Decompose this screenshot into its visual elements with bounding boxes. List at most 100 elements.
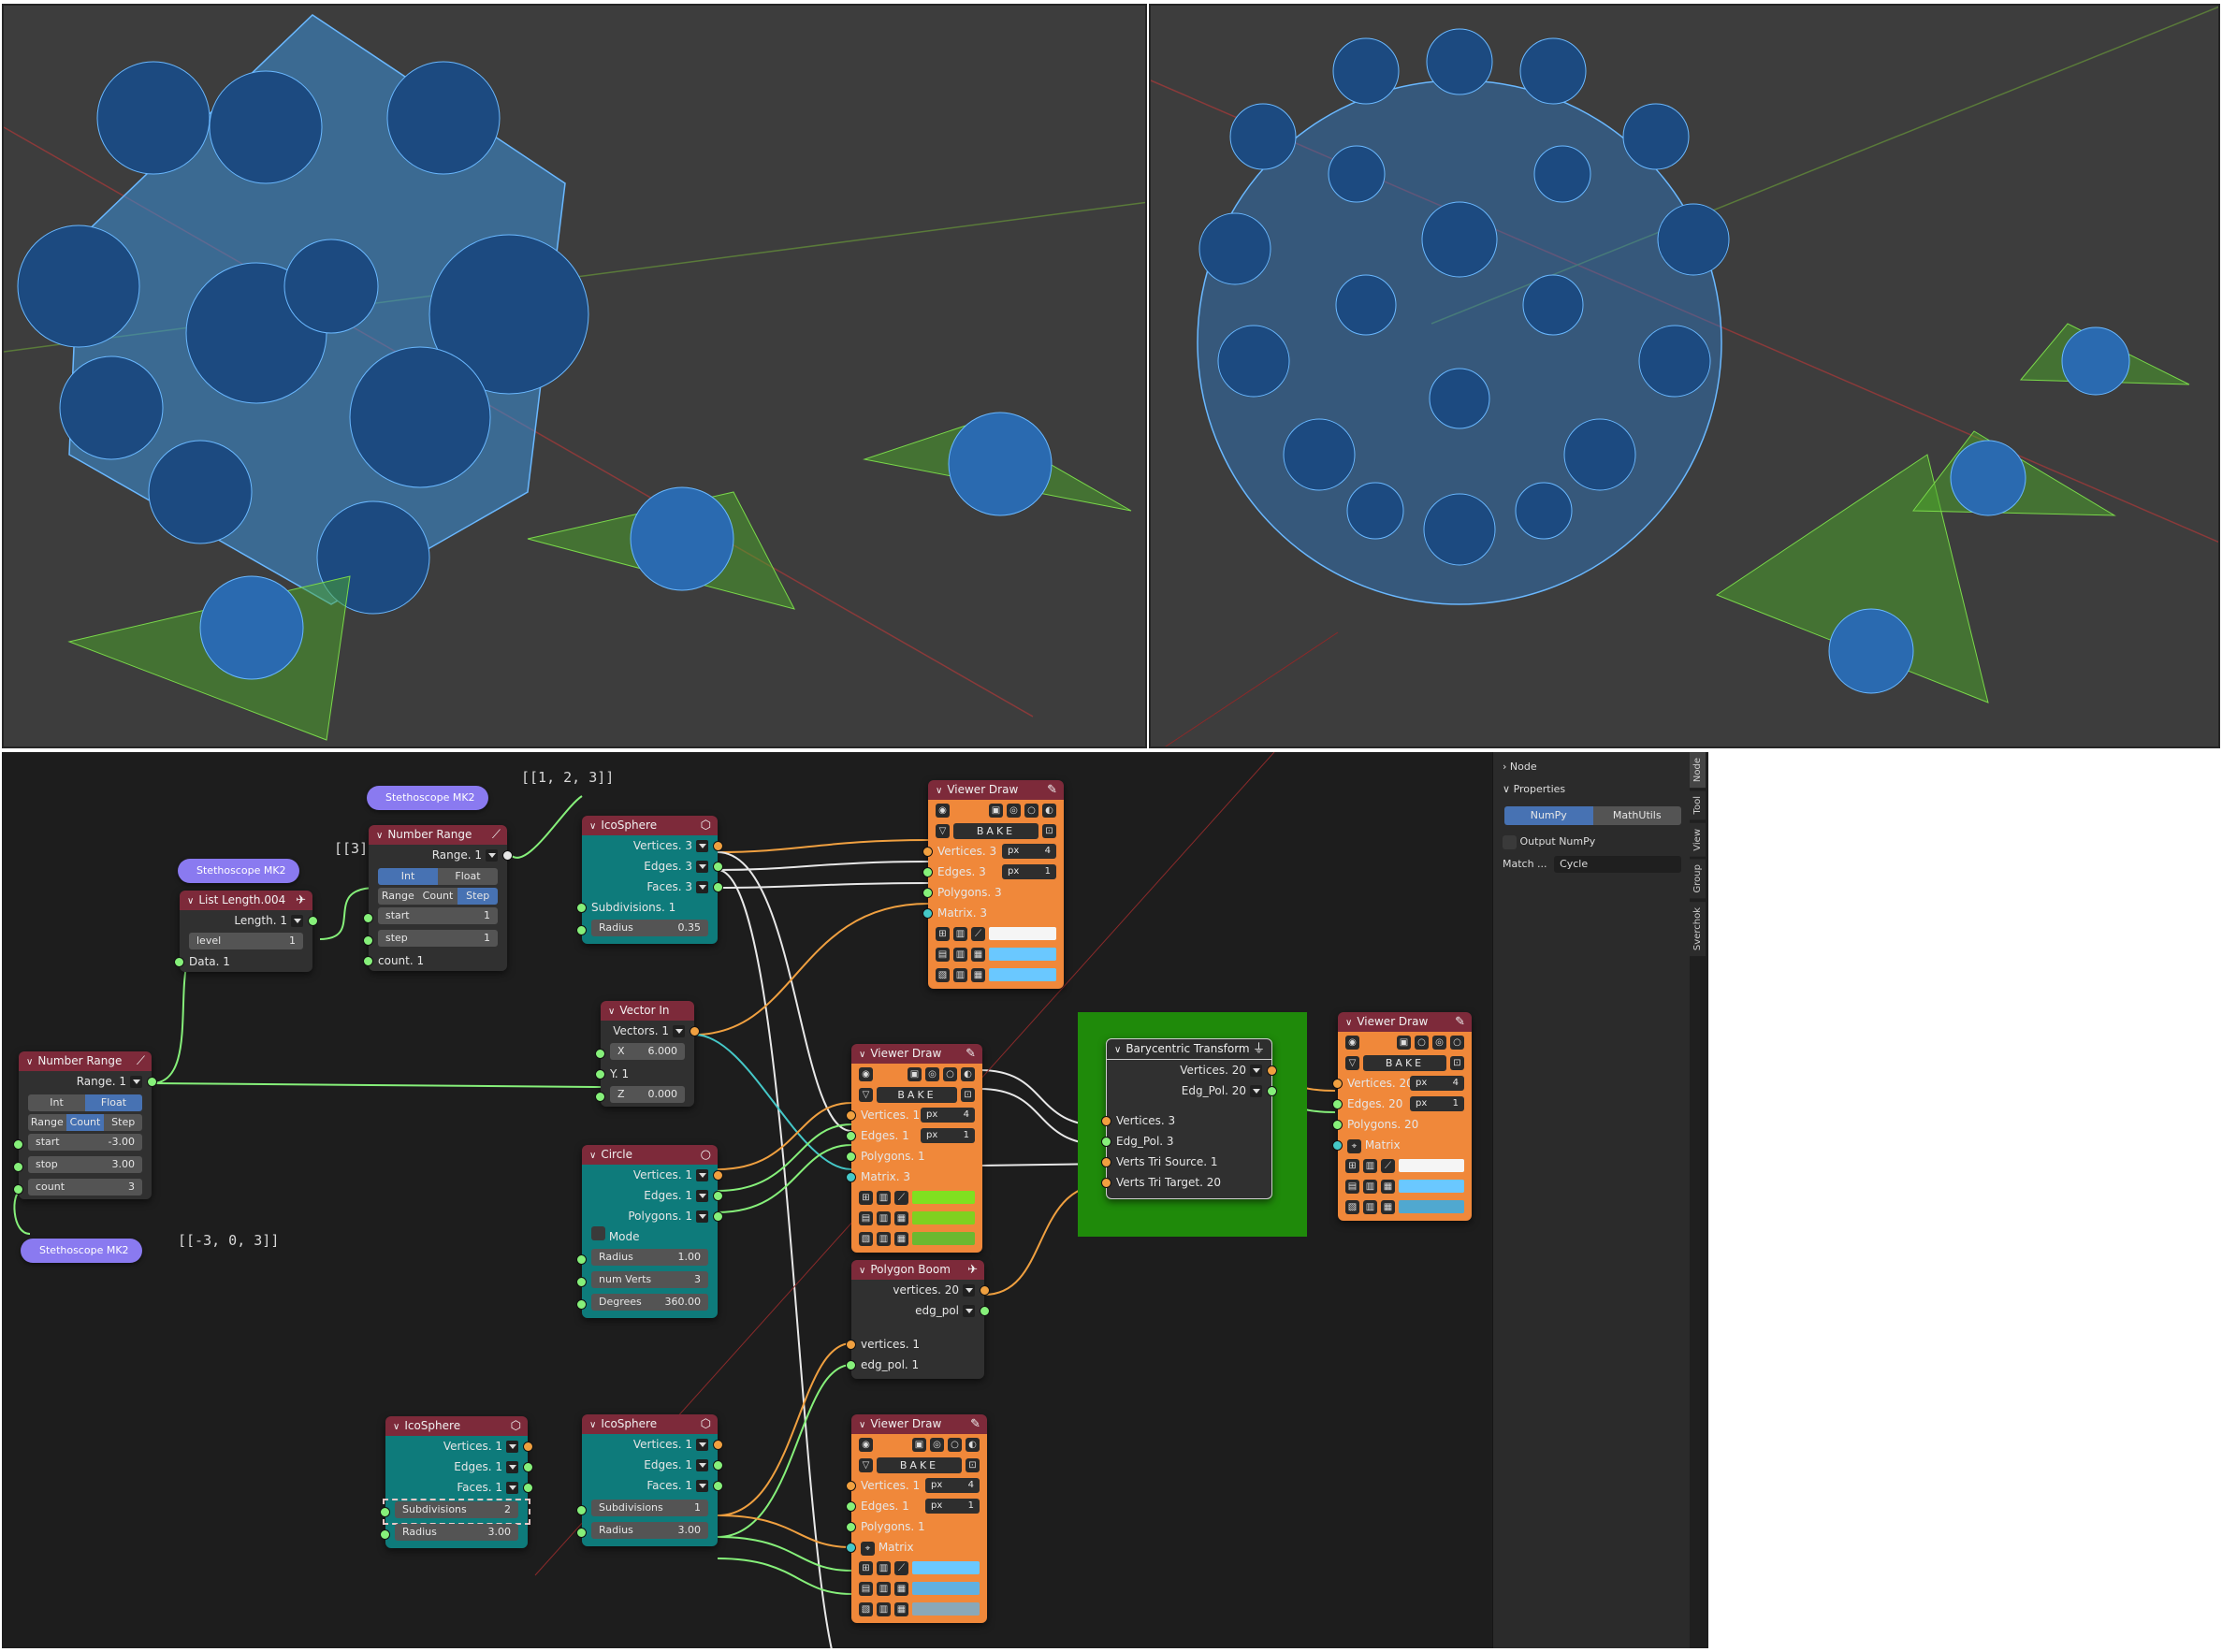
edges-output[interactable]: Edges. 3 <box>582 856 723 877</box>
subdivisions-row[interactable]: Subdivisions 2 <box>380 1499 530 1525</box>
object-icon[interactable]: ⊡ <box>1450 1055 1464 1070</box>
face-color-row[interactable]: ▧ ▥ ▦ <box>928 964 1064 989</box>
output-socket[interactable] <box>147 1077 157 1087</box>
input-socket[interactable] <box>846 1481 856 1491</box>
input-socket[interactable] <box>1101 1137 1111 1147</box>
bake-button[interactable]: BAKE <box>877 1086 957 1103</box>
dropdown-icon[interactable] <box>291 915 303 927</box>
num-verts-field[interactable]: num Verts 3 <box>591 1271 708 1288</box>
input-socket[interactable] <box>576 1505 587 1515</box>
vertex-display-icon[interactable]: ▣ <box>989 803 1003 818</box>
tab-tool[interactable]: Tool <box>1690 790 1706 820</box>
display-toggles[interactable]: ◉ ▣ ◎ ○ ◐ <box>851 1064 982 1084</box>
seg-int[interactable]: Int <box>28 1094 85 1111</box>
x-row[interactable]: X 6.000 <box>595 1043 694 1064</box>
input-socket[interactable] <box>380 1507 390 1517</box>
edges-output[interactable]: Edges. 1 <box>582 1455 723 1475</box>
numpy-toggle[interactable]: NumPy MathUtils <box>1504 806 1681 825</box>
output-socket[interactable] <box>523 1483 533 1493</box>
mode-range-count-step[interactable]: Range Count Step <box>378 888 499 905</box>
input-socket[interactable] <box>846 1522 856 1532</box>
output-socket[interactable] <box>713 882 723 892</box>
vertices-output[interactable]: Vertices. 1 <box>582 1165 723 1185</box>
polygons-input[interactable]: Polygons. 20 <box>1332 1114 1472 1135</box>
dropdown-icon[interactable] <box>696 1480 708 1492</box>
start-row[interactable]: start -3.00 <box>13 1134 152 1154</box>
dropdown-icon[interactable] <box>506 1482 518 1494</box>
edge-display-icon[interactable]: ◎ <box>925 1066 939 1081</box>
output-socket[interactable] <box>713 862 723 872</box>
polygons-input[interactable]: Polygons. 1 <box>846 1146 982 1167</box>
input-socket[interactable] <box>1101 1116 1111 1126</box>
output-socket[interactable] <box>1267 1086 1277 1096</box>
dropdown-icon[interactable] <box>696 1210 708 1223</box>
edge-size-field[interactable]: px 1 <box>921 1128 975 1143</box>
viewer-draw-node-1[interactable]: ∨ Viewer Draw ✎ ◉ ▣ ◎ ○ ◐ ▽ BAKE ⊡ Vertices. 3 px… <box>922 780 1064 989</box>
faces-output[interactable]: Faces. 3 <box>582 877 723 897</box>
seg-float[interactable]: Float <box>85 1094 142 1111</box>
input-socket[interactable] <box>846 1501 856 1512</box>
output-socket[interactable] <box>980 1306 990 1316</box>
object-icon[interactable]: ⊡ <box>961 1087 975 1102</box>
mode-row[interactable]: Mode <box>582 1226 718 1247</box>
step-row[interactable]: step 1 <box>363 930 507 950</box>
output-socket[interactable] <box>713 1191 723 1201</box>
tab-sverchok[interactable]: Sverchok <box>1690 901 1706 956</box>
input-socket[interactable] <box>846 1110 856 1121</box>
faces-output[interactable]: Faces. 1 <box>582 1475 723 1496</box>
input-socket[interactable] <box>1332 1120 1343 1130</box>
vertex-display-icon[interactable]: ▣ <box>912 1437 926 1452</box>
faces-output[interactable]: Faces. 1 <box>385 1477 533 1498</box>
radius-field[interactable]: Radius 0.35 <box>591 920 708 936</box>
range-output[interactable]: Range. 1 <box>19 1071 157 1092</box>
face-display-icon[interactable]: ○ <box>943 1066 957 1081</box>
filter-icon[interactable]: ▽ <box>859 1457 873 1472</box>
node-header[interactable]: ∨ IcoSphere ⬡ <box>582 816 718 835</box>
input-socket[interactable] <box>174 957 184 967</box>
count-row[interactable]: count 3 <box>13 1179 152 1199</box>
stethoscope-node-1[interactable]: Stethoscope MK2 <box>367 786 488 810</box>
edge-color-row[interactable]: ▤ ▥ ▦ <box>851 1578 987 1599</box>
dropdown-icon[interactable] <box>696 1459 708 1471</box>
icosphere-node-a[interactable]: ∨ IcoSphere ⬡ Vertices. 1 Edges. 1 Faces. … <box>380 1416 533 1548</box>
input-socket[interactable] <box>576 925 587 935</box>
filter-icon[interactable]: ▽ <box>1345 1055 1359 1070</box>
input-socket[interactable] <box>363 956 373 966</box>
vertices-output[interactable]: Vertices. 20 <box>1107 1060 1277 1080</box>
edges-input[interactable]: Edges. 20 px 1 <box>1332 1094 1472 1114</box>
input-socket[interactable] <box>1101 1178 1111 1188</box>
filter-icon[interactable]: ▽ <box>859 1087 873 1102</box>
edges-output[interactable]: Edges. 1 <box>385 1456 533 1477</box>
match-dropdown[interactable]: Cycle <box>1554 856 1682 873</box>
viewer-draw-node-2[interactable]: ∨ Viewer Draw ✎ ◉ ▣ ◎ ○ ◐ ▽ BAKE ⊡ Vertices. 1 px… <box>846 1044 982 1253</box>
eye-icon[interactable]: ◉ <box>859 1066 873 1081</box>
display-toggles[interactable]: ◉ ▣ ◎ ○ ◐ <box>851 1434 987 1455</box>
degrees-field[interactable]: Degrees 360.00 <box>591 1294 708 1311</box>
node-section-header[interactable]: › Node <box>1493 756 1692 778</box>
input-socket[interactable] <box>595 1069 605 1080</box>
vertices-input[interactable]: Vertices. 20 px 4 <box>1332 1073 1472 1094</box>
dropdown-icon[interactable] <box>696 861 708 873</box>
eye-icon[interactable]: ◉ <box>936 803 950 818</box>
circle-node[interactable]: ∨ Circle ○ Vertices. 1 Edges. 1 Polygons. … <box>576 1145 723 1318</box>
vertices-input[interactable]: Vertices. 3 px 4 <box>922 841 1064 862</box>
face-display-icon[interactable]: ○ <box>1024 803 1038 818</box>
output-numpy-row[interactable]: Output NumPy <box>1493 831 1692 853</box>
input-socket[interactable] <box>363 913 373 923</box>
radius-row[interactable]: Radius 1.00 <box>576 1249 718 1269</box>
input-socket[interactable] <box>380 1529 390 1540</box>
tab-view[interactable]: View <box>1690 822 1706 857</box>
node-header[interactable]: ∨ Vector In <box>601 1001 694 1021</box>
matrix-input[interactable]: Matrix. 3 <box>922 903 1064 923</box>
subdivisions-field[interactable]: Subdivisions 1 <box>591 1500 708 1516</box>
dropdown-icon[interactable] <box>1250 1085 1262 1097</box>
viewport-left[interactable] <box>2 4 1147 748</box>
range-output[interactable]: Range. 1 <box>369 845 513 865</box>
dropdown-icon[interactable] <box>486 849 498 862</box>
viewer-draw-node-3[interactable]: ∨ Viewer Draw ✎ ◉ ▣ ○ ◎ ○ ▽ BAKE ⊡ Vertices. 20 p… <box>1332 1012 1472 1221</box>
face-color-row[interactable]: ▧ ▥ ▦ <box>1338 1196 1472 1221</box>
polygon-boom-node[interactable]: ∨ Polygon Boom ✈ vertices. 20 edg_pol vert… <box>846 1260 990 1379</box>
face-color-row[interactable]: ▧ ▥ ▦ <box>851 1599 987 1623</box>
vertex-display-icon[interactable]: ▣ <box>908 1066 922 1081</box>
vector-in-node[interactable]: ∨ Vector In Vectors. 1 X 6.000 Y. 1 Z 0.000 <box>595 1001 700 1107</box>
